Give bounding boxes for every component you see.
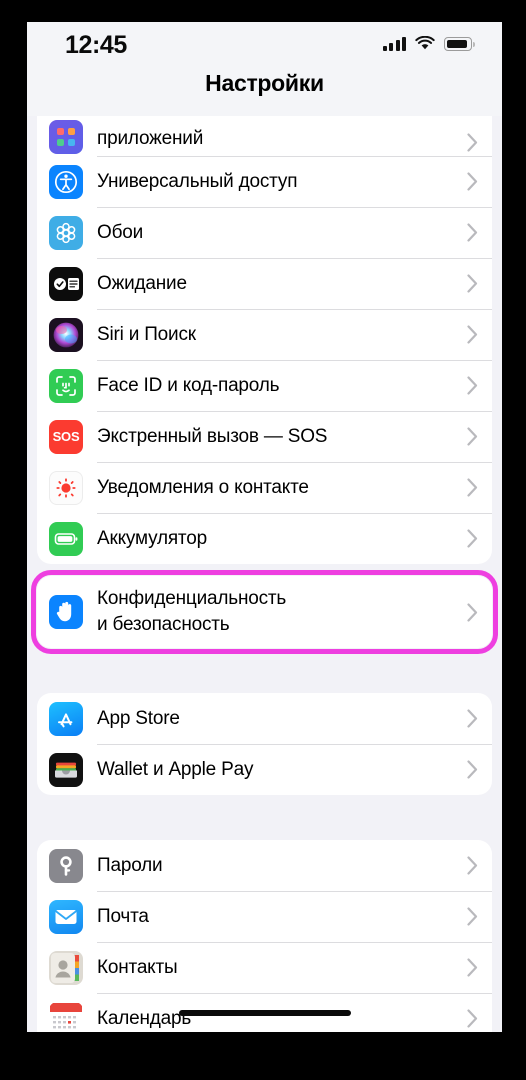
sidebar-item-label: Контакты [97,956,178,978]
app-library-icon [49,120,83,154]
app-store-icon [49,701,83,736]
chevron-right-icon [467,958,478,977]
chevron-right-icon [467,856,478,875]
sidebar-item-label: Face ID и код-пароль [97,374,280,396]
sidebar-item-emergency-sos[interactable]: SOS Экстренный вызов — SOS [37,411,492,462]
settings-list[interactable]: приложений Универсальный доступ Обои Ожи… [27,116,502,1032]
sidebar-item-label: App Store [97,707,180,729]
face-id-icon [49,368,83,403]
status-bar-icons [382,36,476,51]
sidebar-item-battery[interactable]: Аккумулятор [37,513,492,564]
sidebar-item-mail[interactable]: Почта [37,891,492,942]
sidebar-item-standby[interactable]: Ожидание [37,258,492,309]
chevron-right-icon [467,427,478,446]
sidebar-item-face-id[interactable]: Face ID и код-пароль [37,360,492,411]
sidebar-item-label: Siri и Поиск [97,323,196,345]
navigation-bar: Настройки [27,70,502,116]
section-privacy: Конфиденциальность и безопасность [37,576,492,648]
sidebar-item-passwords[interactable]: Пароли [37,840,492,891]
status-bar: 12:45 [27,22,502,70]
privacy-label-line1: Конфиденциальность [97,588,287,609]
chevron-right-icon [467,133,478,152]
battery-settings-icon [49,521,83,556]
chevron-right-icon [467,709,478,728]
sidebar-item-label: Аккумулятор [97,527,207,549]
sidebar-item-contact-alerts[interactable]: Уведомления о контакте [37,462,492,513]
chevron-right-icon [467,274,478,293]
sos-icon: SOS [49,419,83,454]
chevron-right-icon [467,602,478,622]
sidebar-item-label: Универсальный доступ [97,170,298,192]
sidebar-item-privacy-security[interactable]: Конфиденциальность и безопасность [37,576,492,648]
home-indicator[interactable] [178,1010,351,1016]
sidebar-item-label: приложений [97,128,204,149]
chevron-right-icon [467,223,478,242]
section-privacy-wrapper: Конфиденциальность и безопасность [27,570,502,654]
passwords-key-icon [49,848,83,883]
chevron-right-icon [467,907,478,926]
sidebar-item-wallpaper[interactable]: Обои [37,207,492,258]
mail-icon [49,899,83,934]
sidebar-item-app-library[interactable]: приложений [37,116,492,156]
sos-text: SOS [52,429,80,444]
sidebar-item-contacts[interactable]: Контакты [37,942,492,993]
section-apps: Пароли Почта Контакты Календарь [37,840,492,1032]
wifi-icon [415,36,435,50]
privacy-hand-icon [49,595,83,629]
sidebar-item-wallet-apple-pay[interactable]: Wallet и Apple Pay [37,744,492,795]
sidebar-item-label: Конфиденциальность и безопасность [97,586,467,638]
sidebar-item-app-store[interactable]: App Store [37,693,492,744]
sidebar-item-label: Пароли [97,854,163,876]
chevron-right-icon [467,478,478,497]
sidebar-item-accessibility[interactable]: Универсальный доступ [37,156,492,207]
chevron-right-icon [467,529,478,548]
sidebar-item-siri-search[interactable]: Siri и Поиск [37,309,492,360]
contacts-icon [49,950,83,985]
section-system: приложений Универсальный доступ Обои Ожи… [37,116,492,564]
battery-icon [444,37,476,51]
chevron-right-icon [467,376,478,395]
siri-icon [49,317,83,352]
accessibility-icon [49,164,83,199]
chevron-right-icon [467,172,478,191]
wallet-icon [49,752,83,787]
section-store: App Store Wallet и Apple Pay [37,693,492,795]
privacy-label-line2: и безопасность [97,614,230,635]
contact-alert-icon [49,470,83,505]
sidebar-item-label: Уведомления о контакте [97,476,309,498]
sidebar-item-label: Wallet и Apple Pay [97,758,254,780]
wallpaper-icon [49,215,83,250]
cellular-signal-icon [382,36,406,51]
chevron-right-icon [467,760,478,779]
standby-icon [49,266,83,301]
chevron-right-icon [467,1009,478,1028]
calendar-icon [49,1001,83,1032]
status-bar-clock: 12:45 [65,31,127,59]
sidebar-item-label: Почта [97,905,149,927]
phone-screen: 12:45 Настройки приложений Универсальный… [27,22,502,1032]
chevron-right-icon [467,325,478,344]
sidebar-item-label: Обои [97,221,144,243]
page-title: Настройки [205,70,324,96]
sidebar-item-label: Ожидание [97,272,187,294]
sidebar-item-label: Экстренный вызов — SOS [97,425,328,447]
